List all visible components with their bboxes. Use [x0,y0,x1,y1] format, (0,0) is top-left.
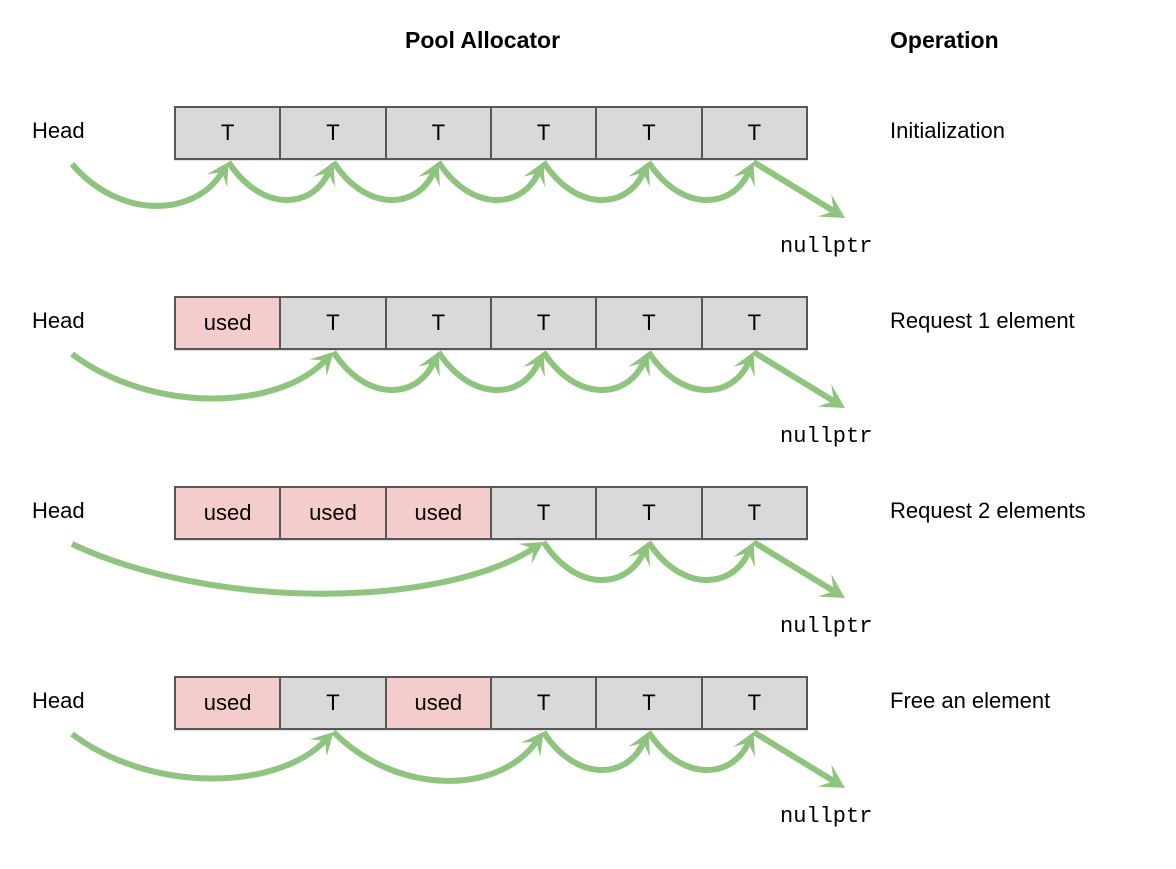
diagram-canvas: Pool Allocator Operation Head T T T T T … [0,0,1176,869]
pool-cell[interactable]: T [597,678,703,728]
nullptr-label: nullptr [780,234,873,259]
header-pool-allocator: Pool Allocator [405,27,561,53]
operation-label: Request 2 elements [890,498,1086,523]
nullptr-label: nullptr [780,614,873,639]
allocator-row-request-1-element: Head used T T T T T nullptr Request 1 el… [0,286,1176,476]
nullptr-label: nullptr [780,424,873,449]
pool-cell[interactable]: T [702,108,806,158]
pool-cell[interactable]: T [491,488,598,538]
header-operation: Operation [890,27,999,53]
head-label: Head [32,498,85,523]
pool-cell[interactable]: used [281,488,387,538]
pool-cell[interactable]: T [491,108,598,158]
pool-cell[interactable]: used [176,298,282,348]
pool-cell[interactable]: T [386,298,492,348]
pool-cell[interactable]: used [176,678,282,728]
pool-cell[interactable]: T [702,678,806,728]
pool-cell[interactable]: T [386,108,492,158]
pool-row: T T T T T T [174,106,808,160]
pool-cell[interactable]: used [386,678,492,728]
allocator-row-initialization: Head T T T T T T nullptr Initialization [0,96,1176,286]
allocator-row-free-an-element: Head used T used T T T nullptr Free an e… [0,666,1176,856]
pool-row: used T T T T T [174,296,808,350]
pool-cell[interactable]: T [176,108,282,158]
operation-label: Free an element [890,688,1051,713]
pool-cell[interactable]: T [281,298,387,348]
allocator-row-request-2-elements: Head used used used T T T nullptr Reques… [0,476,1176,666]
pool-cell[interactable]: used [386,488,492,538]
pool-cell[interactable]: T [491,678,598,728]
pool-cell[interactable]: T [702,488,806,538]
pool-cell[interactable]: T [597,108,703,158]
pool-row: used used used T T T [174,486,808,540]
pool-cell[interactable]: T [491,298,598,348]
head-label: Head [32,688,85,713]
head-label: Head [32,308,85,333]
operation-label: Initialization [890,118,1005,143]
pool-cell[interactable]: T [281,108,387,158]
operation-label: Request 1 element [890,308,1075,333]
nullptr-label: nullptr [780,804,873,829]
pool-row: used T used T T T [174,676,808,730]
pool-cell[interactable]: T [597,488,703,538]
head-label: Head [32,118,85,143]
pool-cell[interactable]: T [597,298,703,348]
pool-cell[interactable]: used [176,488,282,538]
pool-cell[interactable]: T [702,298,806,348]
pool-cell[interactable]: T [281,678,387,728]
